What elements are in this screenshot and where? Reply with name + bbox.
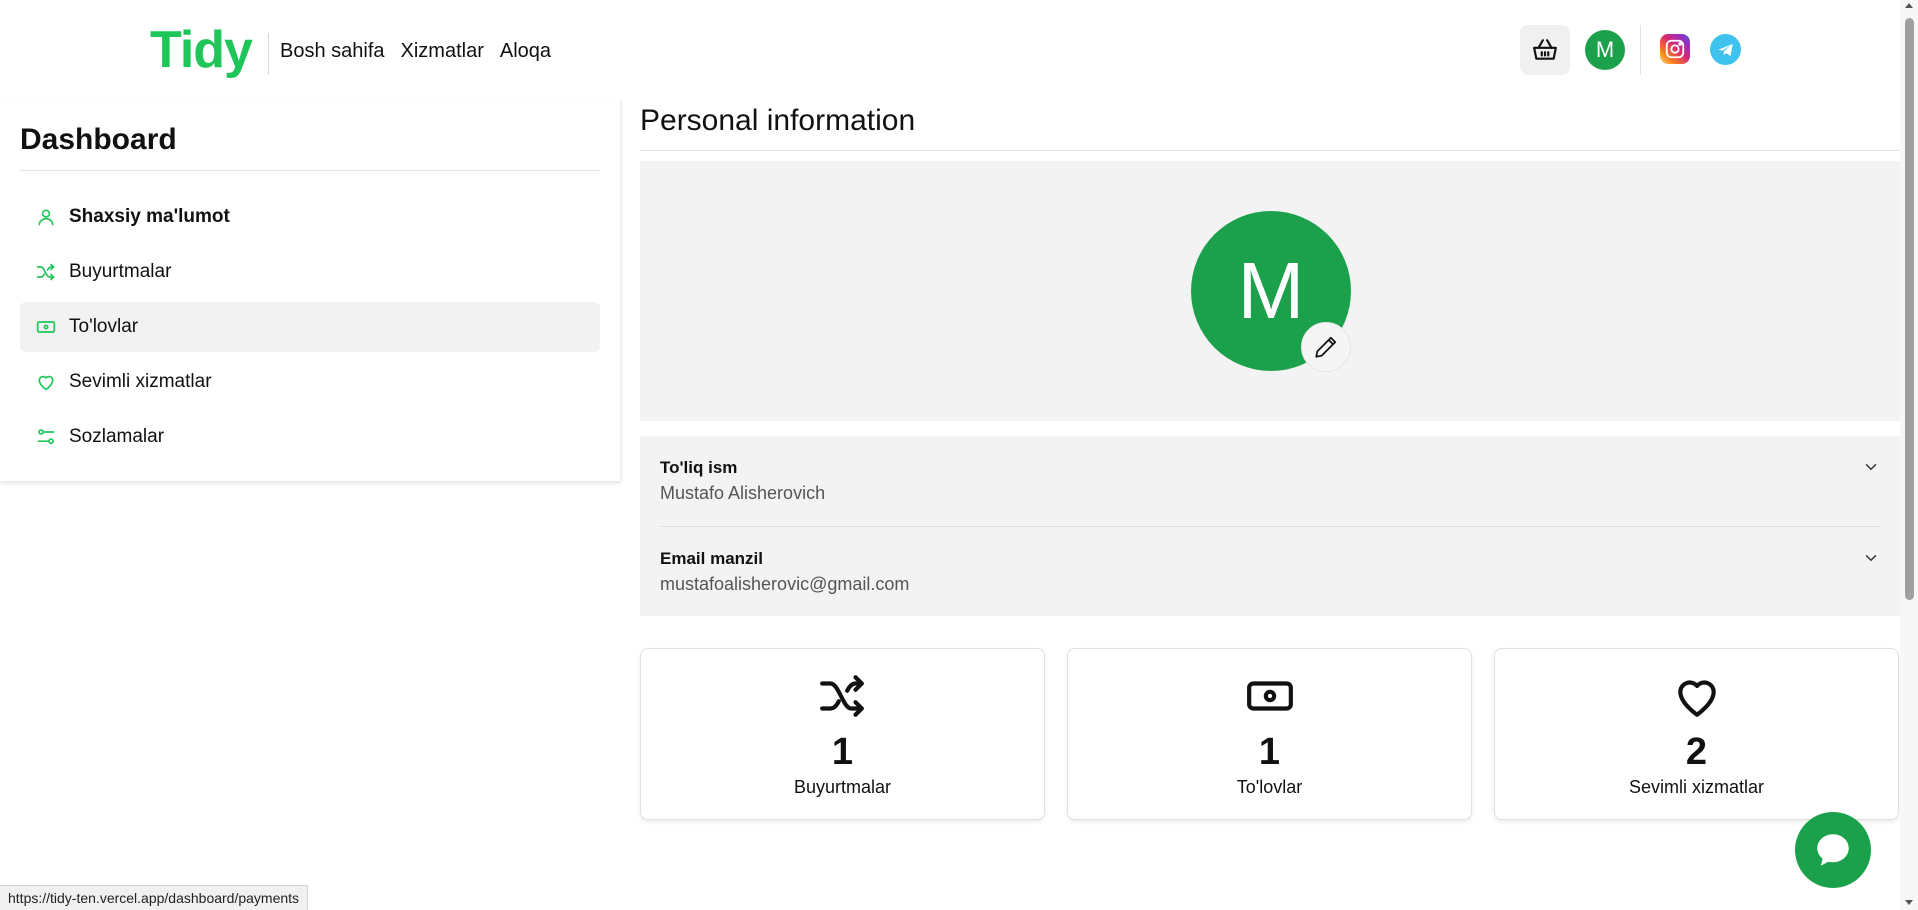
stat-value: 2: [1685, 731, 1708, 773]
nav-link-services[interactable]: Xizmatlar: [401, 38, 484, 64]
field-email[interactable]: Email manzil mustafoalisherovic@gmail.co…: [660, 527, 1880, 607]
main-nav: Bosh sahifa Xizmatlar Aloqa: [280, 38, 551, 64]
edit-avatar-button[interactable]: [1301, 322, 1351, 372]
stat-card-orders[interactable]: 1 Buyurtmalar: [640, 648, 1045, 820]
chevron-down-icon[interactable]: [1862, 549, 1880, 567]
stat-value: 1: [831, 731, 854, 773]
logo-divider: [268, 33, 269, 75]
instagram-icon: [1665, 39, 1685, 59]
info-panel: To'liq ism Mustafo Alisherovich Email ma…: [640, 436, 1900, 616]
scroll-thumb[interactable]: [1905, 18, 1914, 600]
scroll-down-arrow[interactable]: [1905, 900, 1913, 905]
sidebar-divider: [20, 170, 600, 171]
chat-bubble-icon: [1817, 834, 1849, 866]
banknote-icon: [1068, 671, 1471, 721]
heart-icon: [36, 371, 58, 393]
top-header: Tidy Bosh sahifa Xizmatlar Aloqa M: [0, 0, 1900, 100]
basket-icon: [1533, 39, 1557, 60]
stat-label: To'lovlar: [1236, 777, 1303, 797]
banknote-icon: [36, 316, 58, 338]
telegram-link[interactable]: [1710, 34, 1741, 65]
header-divider: [1640, 25, 1641, 75]
stat-card-favorites[interactable]: 2 Sevimli xizmatlar: [1494, 648, 1899, 820]
sidebar-item-label: To'lovlar: [69, 316, 139, 337]
page-scrollbar[interactable]: [1900, 0, 1918, 910]
sidebar-item-favorites[interactable]: Sevimli xizmatlar: [20, 357, 600, 407]
field-value: mustafoalisherovic@gmail.com: [660, 574, 910, 594]
logo[interactable]: Tidy: [150, 20, 253, 80]
status-bar-url: https://tidy-ten.vercel.app/dashboard/pa…: [0, 885, 309, 910]
cart-button[interactable]: [1520, 25, 1570, 75]
sidebar-item-personal-info[interactable]: Shaxsiy ma'lumot: [20, 192, 600, 242]
sidebar-item-label: Sozlamalar: [69, 426, 165, 447]
shuffle-icon: [641, 671, 1044, 721]
field-full-name[interactable]: To'liq ism Mustafo Alisherovich: [660, 436, 1880, 516]
nav-link-contact[interactable]: Aloqa: [500, 38, 551, 64]
sidebar-item-orders[interactable]: Buyurtmalar: [20, 247, 600, 297]
dashboard-sidebar: Dashboard Shaxsiy ma'lumot Buyurtmalar T…: [0, 100, 621, 481]
field-label: To'liq ism: [660, 458, 738, 477]
telegram-icon: [1718, 43, 1733, 56]
field-value: Mustafo Alisherovich: [660, 483, 826, 503]
pencil-icon: [1315, 336, 1337, 358]
title-divider: [640, 150, 1900, 151]
stat-card-payments[interactable]: 1 To'lovlar: [1067, 648, 1472, 820]
instagram-link[interactable]: [1660, 34, 1690, 64]
stat-value: 1: [1258, 731, 1281, 773]
stat-label: Sevimli xizmatlar: [1628, 777, 1765, 797]
sidebar-item-settings[interactable]: Sozlamalar: [20, 412, 600, 462]
chat-button[interactable]: [1795, 812, 1871, 888]
scroll-up-arrow[interactable]: [1905, 3, 1913, 8]
heart-icon: [1495, 671, 1898, 721]
stat-label: Buyurtmalar: [793, 777, 892, 797]
shuffle-icon: [36, 261, 58, 283]
sidebar-title: Dashboard: [20, 123, 177, 156]
sidebar-item-label: Shaxsiy ma'lumot: [69, 206, 230, 227]
page-title: Personal information: [640, 104, 916, 137]
sidebar-item-label: Buyurtmalar: [69, 261, 172, 282]
user-avatar[interactable]: M: [1585, 30, 1625, 70]
settings-sliders-icon: [36, 426, 58, 448]
nav-link-home[interactable]: Bosh sahifa: [280, 38, 385, 64]
avatar-panel: M: [640, 161, 1900, 421]
chevron-down-icon[interactable]: [1862, 458, 1880, 476]
sidebar-item-label: Sevimli xizmatlar: [69, 371, 212, 392]
sidebar-item-payments[interactable]: To'lovlar: [20, 302, 600, 352]
field-label: Email manzil: [660, 549, 763, 568]
user-icon: [36, 206, 58, 228]
